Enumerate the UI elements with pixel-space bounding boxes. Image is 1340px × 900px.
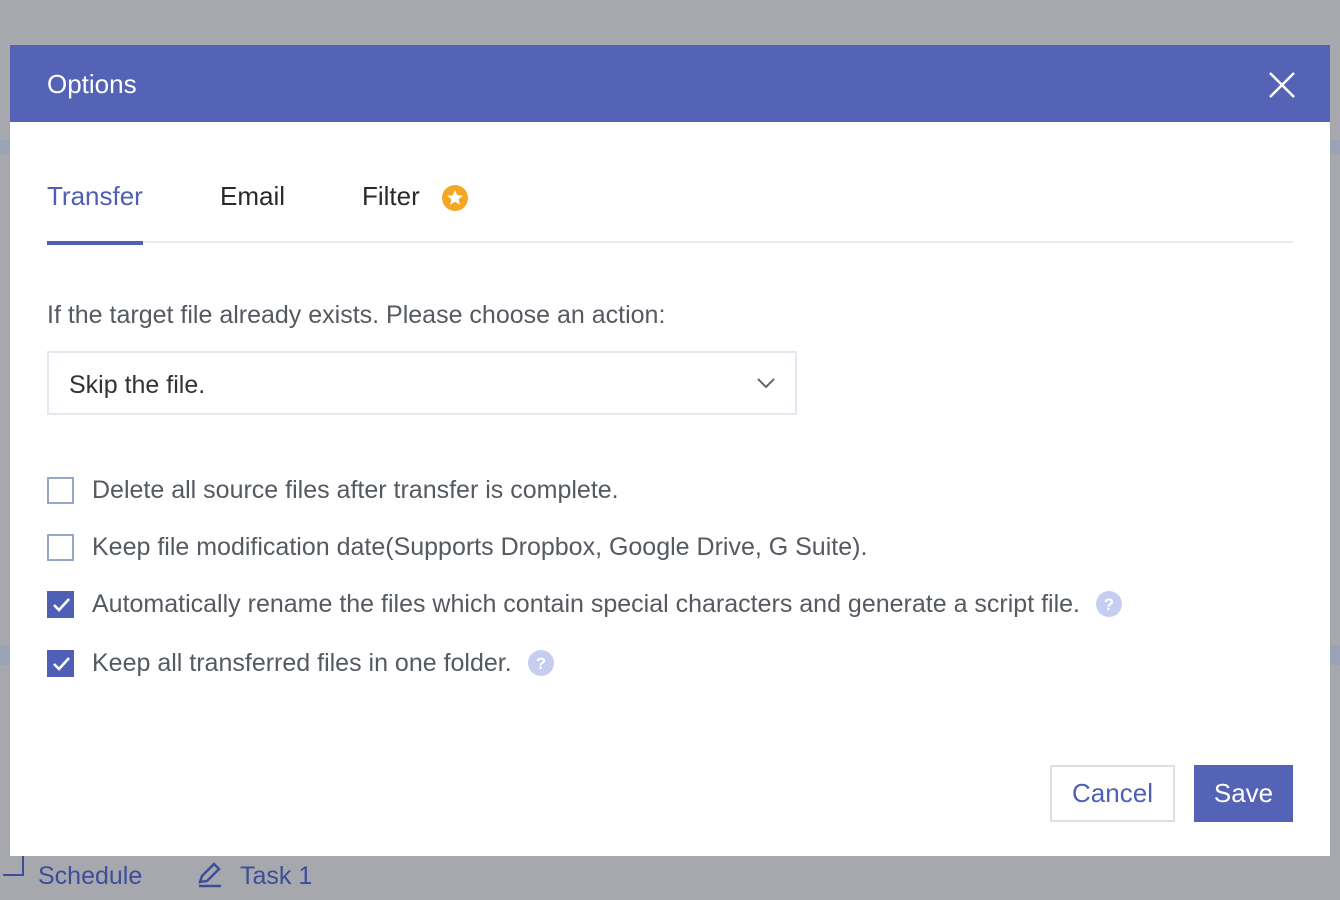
schedule-checkbox-icon — [0, 856, 24, 876]
option-one-folder: Keep all transferred files in one folder… — [47, 646, 554, 680]
option-keep-modification-date: Keep file modification date(Supports Dro… — [47, 530, 867, 564]
option-label: Keep file modification date(Supports Dro… — [92, 532, 868, 561]
background-toolbar: Schedule Task 1 — [0, 856, 1340, 900]
background-divider — [0, 645, 10, 665]
background-divider — [1330, 140, 1340, 154]
tab-email[interactable]: Email — [220, 181, 285, 243]
action-select-value: Skip the file. — [69, 371, 206, 399]
option-label: Automatically rename the files which con… — [92, 589, 1081, 618]
premium-star-icon — [442, 185, 468, 211]
checkmark-icon — [53, 656, 70, 671]
one-folder-checkbox[interactable] — [47, 649, 74, 677]
task-label: Task 1 — [240, 862, 313, 890]
cancel-button[interactable]: Cancel — [1050, 765, 1175, 822]
close-icon[interactable] — [1264, 67, 1300, 103]
auto-rename-checkbox[interactable] — [47, 590, 74, 618]
action-select[interactable]: Skip the file. — [47, 351, 797, 415]
action-prompt: If the target file already exists. Pleas… — [47, 301, 666, 329]
dialog-title: Options — [47, 69, 137, 99]
dialog-header: Options — [10, 45, 1330, 122]
save-button[interactable]: Save — [1194, 765, 1293, 822]
tab-filter[interactable]: Filter — [362, 181, 420, 243]
svg-text:?: ? — [536, 654, 546, 673]
chevron-down-icon — [757, 378, 775, 389]
option-label: Keep all transferred files in one folder… — [92, 648, 512, 677]
edit-icon — [198, 862, 221, 888]
tab-transfer[interactable]: Transfer — [47, 181, 143, 245]
keep-date-checkbox[interactable] — [47, 533, 74, 561]
checkmark-icon — [53, 597, 70, 612]
background-divider — [0, 140, 10, 154]
help-icon[interactable]: ? — [527, 650, 554, 676]
svg-text:?: ? — [1104, 595, 1114, 614]
schedule-label: Schedule — [38, 862, 143, 890]
option-label: Delete all source files after transfer i… — [92, 475, 619, 504]
background-divider — [1330, 645, 1340, 665]
options-dialog: Options Transfer Email Filter If the tar… — [10, 45, 1330, 856]
option-auto-rename: Automatically rename the files which con… — [47, 587, 1123, 621]
tab-bar: Transfer Email Filter — [47, 167, 1293, 245]
help-icon[interactable]: ? — [1096, 591, 1123, 617]
delete-source-checkbox[interactable] — [47, 476, 74, 504]
option-delete-source: Delete all source files after transfer i… — [47, 473, 619, 507]
